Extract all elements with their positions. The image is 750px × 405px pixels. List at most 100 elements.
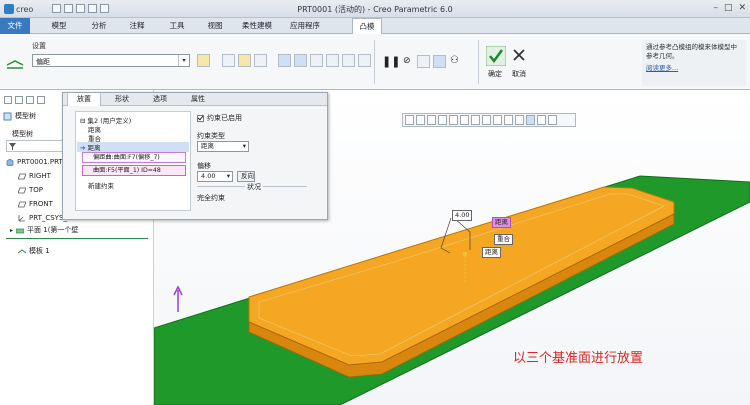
constraint-enabled-label: 约束已启用 [207, 114, 242, 122]
redo-small-icon[interactable] [37, 96, 45, 104]
tag-distance-1[interactable]: 距离 [492, 217, 511, 228]
pause-icon[interactable]: ❚❚ [382, 56, 400, 69]
tree-item-wall[interactable]: ▸ 平面 1(第一个壁 [10, 225, 78, 235]
plane-icon[interactable] [294, 54, 307, 67]
point-icon[interactable] [326, 54, 339, 67]
tab-punch[interactable]: 凸模 [352, 18, 382, 35]
annotation-display-icon[interactable] [515, 115, 524, 125]
close-icon[interactable]: ✕ [738, 3, 746, 13]
expand-icon[interactable]: ▸ [10, 227, 13, 234]
tab-properties[interactable]: 属性 [181, 93, 215, 106]
tree-item-top[interactable]: TOP [18, 186, 43, 194]
preview-icon[interactable] [433, 55, 446, 68]
collapse-icon[interactable]: ⊟ [80, 117, 88, 125]
reference-2[interactable]: 曲面:F5(平面_1) ID=48 [82, 165, 186, 176]
perspective-icon[interactable] [482, 115, 491, 125]
tab-placement[interactable]: 放置 [67, 93, 101, 106]
datum-display-icon[interactable] [504, 115, 513, 125]
cancel-label: 取消 [512, 70, 526, 78]
refit-icon[interactable] [405, 115, 414, 125]
constraint-set-list: ⊟ 集2 (用户定义) 距离 重合 ➔ 距离 偏距曲:曲面:F7(偏移_7) 曲… [75, 111, 191, 211]
no-preview-icon[interactable]: ⊘ [403, 56, 416, 69]
repaint-icon[interactable] [438, 115, 447, 125]
view-manager-icon[interactable] [471, 115, 480, 125]
spin-center-icon[interactable] [526, 115, 535, 125]
flip-button[interactable]: 反向 [237, 171, 255, 182]
view-toolbar [402, 113, 576, 127]
datum-plane-icon [18, 173, 26, 179]
constraint-distance-2[interactable]: ➔ 距离 [77, 142, 189, 152]
tab-model[interactable]: 模型 [44, 18, 74, 34]
tree-label-right: RIGHT [29, 172, 51, 180]
tree-item-punch[interactable]: 模板 1 [18, 246, 50, 256]
offset-value: 4.00 [201, 172, 216, 180]
tab-flexible-modeling[interactable]: 柔性建模 [235, 18, 279, 34]
tree-label-wall: 平面 1(第一个壁 [27, 226, 79, 234]
zoom-in-icon[interactable] [416, 115, 425, 125]
edge-treatment-icon[interactable] [222, 54, 235, 67]
cancel-x-icon[interactable] [512, 48, 526, 62]
insert-here-line [6, 238, 148, 239]
tab-analysis[interactable]: 分析 [84, 18, 114, 34]
part-icon [6, 158, 14, 166]
ribbon-separator [374, 40, 375, 84]
tab-shape[interactable]: 形状 [105, 93, 139, 106]
tag-coincident[interactable]: 重合 [494, 234, 513, 245]
ribbon: 设置 偏距 ▾ ❚❚ ⊘ ⚇ 确定 取消 [0, 34, 750, 90]
ok-label: 确定 [488, 70, 502, 78]
tab-annotate[interactable]: 注释 [122, 18, 152, 34]
ok-check-icon[interactable] [486, 46, 506, 66]
status-value: 完全约束 [197, 194, 225, 202]
undo-small-icon[interactable] [26, 96, 34, 104]
chevron-down-icon: ▾ [242, 142, 246, 150]
glasses-icon[interactable]: ⚇ [450, 55, 463, 68]
tab-tools[interactable]: 工具 [162, 18, 192, 34]
section-icon[interactable] [493, 115, 502, 125]
maximize-icon[interactable]: □ [724, 3, 733, 13]
sketch-icon[interactable] [358, 54, 371, 67]
arrow-right-icon: ➔ [80, 144, 88, 152]
axis-icon[interactable] [310, 54, 323, 67]
more-views-icon[interactable] [548, 115, 557, 125]
tree-label-root: PRT0001.PRT [17, 158, 63, 166]
filter-icon [9, 143, 16, 150]
constraint-type-select[interactable]: 距离 ▾ [197, 141, 249, 152]
tab-applications[interactable]: 应用程序 [283, 18, 327, 34]
new-constraint-link[interactable]: 新建约束 [88, 180, 114, 190]
punch-tree-icon [18, 248, 26, 253]
display-style-icon[interactable] [449, 115, 458, 125]
tag-distance-2[interactable]: 距离 [482, 247, 501, 258]
tab-model-tree[interactable]: 模型树 [15, 111, 36, 121]
tab-file[interactable]: 文件 [0, 18, 30, 34]
datum-plane-icon [18, 201, 26, 207]
tab-view[interactable]: 视图 [200, 18, 230, 34]
minimize-icon[interactable]: – [713, 3, 718, 13]
coord-icon[interactable] [238, 54, 251, 67]
pattern-icon[interactable] [254, 54, 267, 67]
dimension-value[interactable]: 4.00 [452, 210, 473, 221]
placement-tabs: 放置 形状 选项 属性 [63, 93, 327, 106]
placement-setting-select[interactable]: 偏距 ▾ [32, 54, 190, 67]
tree-item-right[interactable]: RIGHT [18, 172, 51, 180]
zoom-out-icon[interactable] [427, 115, 436, 125]
offset-input[interactable]: 4.00 ▾ [197, 171, 233, 182]
csys-icon[interactable] [342, 54, 355, 67]
folder-icon[interactable] [197, 54, 210, 67]
verify-icon[interactable] [417, 55, 430, 68]
reference-1[interactable]: 偏距曲:曲面:F7(偏移_7) [82, 152, 186, 163]
saved-views-icon[interactable] [460, 115, 469, 125]
datum-plane-icon [18, 187, 26, 193]
model-tree-icon[interactable] [3, 112, 12, 121]
new-file-icon[interactable] [4, 96, 12, 104]
appearance-icon[interactable] [537, 115, 546, 125]
punch-feature-icon [6, 60, 24, 69]
tree-item-front[interactable]: FRONT [18, 200, 53, 208]
constraint-enabled-checkbox[interactable] [197, 114, 204, 122]
read-more-link[interactable]: 阅读更多... [646, 64, 742, 73]
info-panel: 通过参考凸模组的模来体模型中参考几何。 阅读更多... [642, 40, 746, 86]
save-file-icon[interactable] [15, 96, 23, 104]
tab-options[interactable]: 选项 [143, 93, 177, 106]
constraint-type-value: 距离 [201, 142, 214, 150]
tree-item-root[interactable]: PRT0001.PRT [6, 158, 63, 166]
datum-icon[interactable] [278, 54, 291, 67]
